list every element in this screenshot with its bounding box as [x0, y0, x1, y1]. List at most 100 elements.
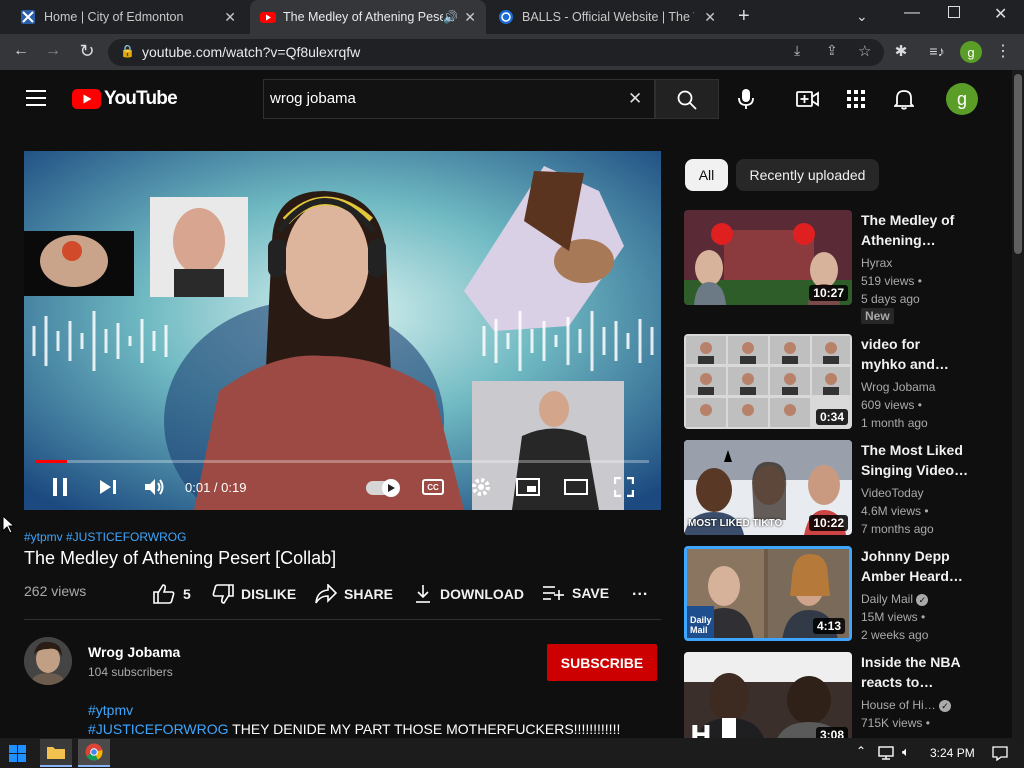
clear-search-icon[interactable]: ✕ [628, 89, 642, 109]
title-line: Athening… [861, 232, 936, 248]
file-explorer-taskbar-button[interactable] [40, 739, 72, 767]
chip-recently-uploaded[interactable]: Recently uploaded [736, 159, 879, 191]
bookmark-star-icon[interactable]: ☆ [858, 42, 871, 60]
video-thumbnail[interactable]: MOST LIKED TIKTO 10:22 [684, 440, 852, 535]
share-label: SHARE [344, 586, 394, 602]
progress-track[interactable] [36, 460, 649, 463]
close-tab-icon[interactable]: ✕ [464, 9, 476, 26]
settings-gear-icon[interactable] [470, 476, 492, 498]
download-button[interactable]: DOWNLOAD [414, 584, 524, 604]
description-hashtag-link[interactable]: #JUSTICEFORWROG [88, 721, 229, 737]
search-icon [677, 90, 697, 110]
volume-icon[interactable] [144, 477, 166, 497]
speaker-icon[interactable]: 🔊 [443, 10, 458, 24]
miniplayer-icon[interactable] [516, 478, 540, 496]
recommended-channel[interactable]: Daily Mail ✓ [861, 590, 929, 608]
create-video-icon[interactable] [796, 89, 820, 109]
video-thumbnail[interactable]: 0:34 [684, 334, 852, 429]
tray-chevron-icon[interactable]: ⌃ [856, 744, 866, 758]
lock-icon[interactable]: 🔒 [120, 44, 135, 58]
video-hashtags[interactable]: #ytpmv #JUSTICEFORWROG [24, 530, 186, 544]
media-controls-icon[interactable]: ≡♪ [924, 38, 950, 64]
windows-taskbar: ⌃ 🔈︎ 3:24 PM [0, 738, 1024, 768]
new-tab-button[interactable]: + [738, 6, 758, 26]
notifications-icon[interactable] [992, 746, 1008, 761]
video-thumbnail[interactable]: H 3:08 [684, 652, 852, 738]
omnibox[interactable]: 🔒 youtube.com/watch?v=Qf8ulexrqfw ⤓ ⇪ ☆ [108, 39, 884, 66]
recommended-channel[interactable]: House of Hi… ✓ [861, 696, 952, 714]
chip-all[interactable]: All [685, 159, 728, 191]
tab-search-chevron-icon[interactable]: ⌄ [856, 8, 868, 25]
close-tab-icon[interactable]: ✕ [704, 9, 716, 26]
url-text[interactable]: youtube.com/watch?v=Qf8ulexrqfw [142, 44, 360, 60]
recommended-video[interactable]: 10:27 The Medley of Athening… Hyrax 519 v… [684, 210, 1004, 324]
hamburger-menu-icon[interactable] [26, 90, 46, 106]
network-icon[interactable] [878, 746, 894, 760]
share-button[interactable]: SHARE [315, 584, 393, 604]
notifications-bell-icon[interactable] [894, 88, 914, 110]
account-avatar[interactable]: g [946, 83, 978, 115]
video-player[interactable]: 0:01 / 0:19 CC [24, 151, 661, 510]
scrollbar-thumb[interactable] [1014, 74, 1022, 254]
channel-avatar[interactable] [24, 637, 72, 685]
recommended-channel[interactable]: VideoToday [861, 484, 924, 502]
subscribe-button[interactable]: SUBSCRIBE [547, 644, 657, 681]
search-query[interactable]: wrog jobama [270, 90, 356, 107]
restore-button[interactable] [948, 6, 960, 18]
minimize-button[interactable]: — [904, 4, 920, 22]
close-tab-icon[interactable]: ✕ [224, 9, 236, 26]
tab-edmonton[interactable]: Home | City of Edmonton ✕ [18, 0, 246, 34]
youtube-logo[interactable]: YouTube [72, 88, 178, 110]
chrome-taskbar-button[interactable] [78, 739, 110, 767]
title-line: The Most Liked [861, 442, 963, 458]
dislike-button[interactable]: DISLIKE [212, 584, 296, 604]
forward-arrow-icon[interactable]: → [40, 38, 66, 64]
recommended-video[interactable]: H 3:08 Inside the NBA reacts to… House of… [684, 652, 1004, 738]
tab-medley[interactable]: The Medley of Athening Pese 🔊 ✕ [250, 0, 486, 34]
pause-icon[interactable] [52, 477, 68, 497]
video-duration: 3:08 [815, 727, 848, 738]
title-line: Singing Video… [861, 462, 969, 478]
reload-icon[interactable]: ↻ [74, 38, 100, 64]
save-button[interactable]: SAVE [542, 584, 609, 602]
share-page-icon[interactable]: ⇪ [826, 42, 838, 59]
video-thumbnail[interactable]: 10:27 [684, 210, 852, 305]
captions-icon[interactable]: CC [422, 479, 444, 495]
volume-tray-icon[interactable]: 🔈︎ [902, 744, 910, 760]
like-button[interactable]: 5 [153, 584, 191, 604]
windows-start-icon[interactable] [9, 745, 26, 762]
theater-mode-icon[interactable] [564, 479, 588, 495]
title-line: Amber Heard… [861, 568, 963, 584]
apps-grid-icon[interactable] [847, 90, 865, 108]
install-app-icon[interactable]: ⤓ [794, 42, 800, 59]
recommended-video[interactable]: Daily Mail 4:13 Johnny Depp Amber Heard… … [684, 546, 1004, 646]
taskbar-clock[interactable]: 3:24 PM [930, 746, 975, 760]
more-actions-button[interactable]: ... [632, 582, 648, 600]
search-input[interactable]: wrog jobama ✕ [263, 79, 655, 119]
search-button[interactable] [655, 79, 719, 119]
extensions-icon[interactable]: ✱ [888, 38, 914, 64]
recommended-video[interactable]: MOST LIKED TIKTO 10:22 The Most Liked Sin… [684, 440, 1004, 540]
microphone-icon[interactable] [738, 88, 754, 110]
title-line: The Medley of [861, 212, 955, 228]
page-scrollbar[interactable] [1012, 70, 1024, 738]
back-arrow-icon[interactable]: ← [8, 38, 34, 64]
recommended-channel[interactable]: Wrog Jobama [861, 378, 935, 396]
youtube-favicon-icon [260, 12, 276, 23]
close-window-button[interactable]: ✕ [994, 4, 1007, 24]
description-hashtag[interactable]: #ytpmv [88, 702, 133, 718]
video-thumbnail[interactable]: Daily Mail 4:13 [684, 546, 852, 641]
video-duration: 4:13 [812, 618, 845, 634]
next-video-icon[interactable] [99, 479, 117, 495]
autoplay-play-icon [382, 479, 400, 497]
browser-menu-icon[interactable]: ⋮ [990, 38, 1016, 64]
recommended-video[interactable]: 0:34 video for myhko and… Wrog Jobama 609… [684, 334, 1004, 434]
recommended-age: 5 days ago [861, 292, 920, 306]
profile-avatar[interactable]: g [960, 41, 982, 63]
fullscreen-icon[interactable] [614, 477, 634, 497]
edmonton-favicon-icon [21, 10, 35, 24]
tab-balls[interactable]: BALLS - Official Website | The W ✕ [490, 0, 726, 34]
autoplay-toggle[interactable] [366, 479, 400, 497]
recommended-channel[interactable]: Hyrax [861, 254, 892, 272]
channel-name[interactable]: Wrog Jobama [88, 644, 180, 660]
